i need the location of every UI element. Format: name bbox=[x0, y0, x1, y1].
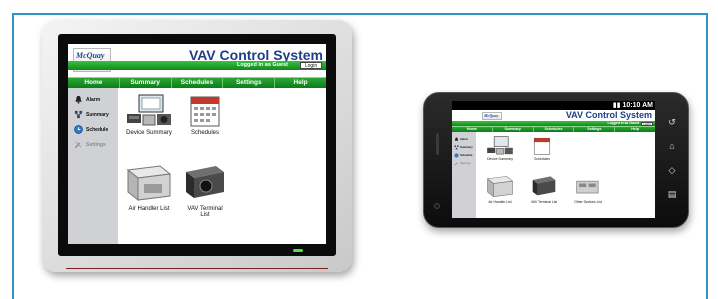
tablet-screen: McQuay INTERNATIONAL VAV Control System … bbox=[68, 44, 326, 244]
tablet-device: McQuay INTERNATIONAL VAV Control System … bbox=[42, 20, 352, 272]
bezel-accent-line bbox=[66, 268, 328, 269]
main-content: Device Summary Schedules Air Handler Lis… bbox=[118, 88, 326, 244]
calendar-icon bbox=[533, 137, 551, 155]
sidebar-item-alarm[interactable]: Alarm bbox=[452, 135, 476, 143]
tile-other-devices-list[interactable]: Other Devices List bbox=[568, 174, 608, 204]
phone-app: McQuay INTERNATIONAL VAV Control System … bbox=[452, 110, 655, 218]
signal-icon: ▮▮ bbox=[612, 102, 623, 109]
tile-label-line2: List bbox=[200, 212, 210, 218]
nav-settings[interactable]: Settings bbox=[223, 78, 276, 88]
alarm-bell-icon bbox=[75, 95, 82, 104]
calendar-icon bbox=[190, 96, 220, 127]
phone-screen: ▮▮ 10:10 AM McQuay INTERNATIONAL VAV Con… bbox=[452, 101, 655, 218]
login-button[interactable]: Login bbox=[300, 62, 322, 69]
search-button-icon[interactable]: ▤ bbox=[666, 189, 678, 200]
settings-tools-icon bbox=[74, 141, 82, 149]
phone-statusbar: ▮▮ 10:10 AM bbox=[452, 101, 655, 110]
sidebar-item-label: Alarm bbox=[86, 96, 101, 103]
sidebar-item-schedule[interactable]: Schedule bbox=[452, 151, 476, 159]
brand-logo: McQuay INTERNATIONAL bbox=[482, 112, 502, 120]
tile-label: Device Summary bbox=[487, 157, 513, 161]
vav-terminal-icon bbox=[532, 176, 556, 196]
tile-schedules[interactable]: Schedules bbox=[522, 136, 562, 161]
sidebar-item-label: Alarm bbox=[460, 137, 468, 141]
login-button[interactable]: Login bbox=[641, 121, 653, 126]
sidebar-item-label: Summary bbox=[86, 111, 109, 118]
alarm-bell-icon bbox=[454, 137, 459, 141]
tile-label: Schedules bbox=[190, 130, 220, 136]
air-handler-icon bbox=[126, 165, 172, 202]
tile-vav-terminal-list[interactable]: VAV Terminal List bbox=[178, 162, 232, 218]
vav-terminal-icon bbox=[186, 166, 224, 198]
sidebar-item-summary[interactable]: Summary bbox=[68, 107, 118, 122]
other-devices-icon bbox=[576, 180, 599, 194]
nav-home[interactable]: Home bbox=[68, 78, 120, 88]
sidebar-item-label: Summary bbox=[460, 145, 473, 149]
tile-label: VAV Terminal List bbox=[530, 200, 558, 204]
tile-device-summary[interactable]: Device Summary bbox=[122, 94, 176, 136]
sidebar-item-summary[interactable]: Summary bbox=[452, 143, 476, 151]
sidebar: Alarm Summary Schedule Settings bbox=[68, 88, 118, 244]
tile-air-handler-list[interactable]: Air Handler List bbox=[122, 162, 176, 212]
status-bar: Logged in as Guest Login bbox=[68, 61, 326, 70]
tile-device-summary[interactable]: Device Summary bbox=[480, 136, 520, 161]
device-summary-icon bbox=[487, 136, 513, 155]
summary-network-icon bbox=[454, 145, 459, 149]
tile-vav-terminal-list[interactable]: VAV Terminal List bbox=[524, 174, 564, 204]
summary-network-icon bbox=[74, 110, 83, 119]
phone-camera bbox=[434, 203, 440, 209]
logo-text: McQuay bbox=[484, 113, 499, 118]
phone-clock: 10:10 AM bbox=[622, 102, 653, 109]
tile-label: Air Handler List bbox=[488, 200, 512, 204]
tablet-bezel: McQuay INTERNATIONAL VAV Control System … bbox=[58, 34, 336, 269]
phone-speaker bbox=[436, 133, 439, 155]
app-title: VAV Control System bbox=[565, 110, 652, 120]
sidebar: Alarm Summary Schedule Settings bbox=[452, 132, 476, 218]
sidebar-item-alarm[interactable]: Alarm bbox=[68, 92, 118, 107]
schedule-clock-icon bbox=[74, 125, 83, 134]
back-button-icon[interactable]: ◇ bbox=[666, 165, 678, 176]
nav-help[interactable]: Help bbox=[275, 78, 326, 88]
menu-button-icon[interactable]: ↺ bbox=[666, 117, 678, 128]
sidebar-item-label: Schedule bbox=[460, 153, 473, 157]
tile-label: Air Handler List bbox=[128, 206, 170, 212]
tile-label: Device Summary bbox=[126, 130, 172, 136]
main-content: Device Summary Schedules Air Handler Lis… bbox=[476, 132, 655, 218]
home-button-icon[interactable]: ⌂ bbox=[666, 141, 678, 151]
tile-air-handler-list[interactable]: Air Handler List bbox=[480, 174, 520, 204]
sidebar-item-label: Settings bbox=[460, 161, 472, 165]
login-status: Logged in as Guest bbox=[236, 62, 288, 68]
air-handler-icon bbox=[486, 176, 514, 198]
logo-text: McQuay bbox=[76, 51, 105, 60]
device-summary-icon bbox=[127, 94, 171, 126]
main-nav: Home Summary Schedules Settings Help bbox=[68, 77, 326, 88]
phone-device: ▮▮ 10:10 AM McQuay INTERNATIONAL VAV Con… bbox=[423, 92, 689, 228]
nav-schedules[interactable]: Schedules bbox=[172, 78, 224, 88]
sidebar-item-settings[interactable]: Settings bbox=[452, 159, 476, 167]
sidebar-item-schedule[interactable]: Schedule bbox=[68, 122, 118, 137]
tile-label: Other Devices List bbox=[574, 200, 602, 204]
tile-label: Schedules bbox=[534, 157, 550, 161]
schedule-clock-icon bbox=[454, 152, 459, 158]
sidebar-item-label: Schedule bbox=[86, 126, 109, 133]
settings-tools-icon bbox=[454, 161, 458, 166]
sidebar-item-settings[interactable]: Settings bbox=[68, 137, 118, 152]
power-led bbox=[293, 249, 303, 252]
tile-schedules[interactable]: Schedules bbox=[178, 94, 232, 136]
nav-summary[interactable]: Summary bbox=[120, 78, 172, 88]
sidebar-item-label: Settings bbox=[86, 141, 106, 148]
